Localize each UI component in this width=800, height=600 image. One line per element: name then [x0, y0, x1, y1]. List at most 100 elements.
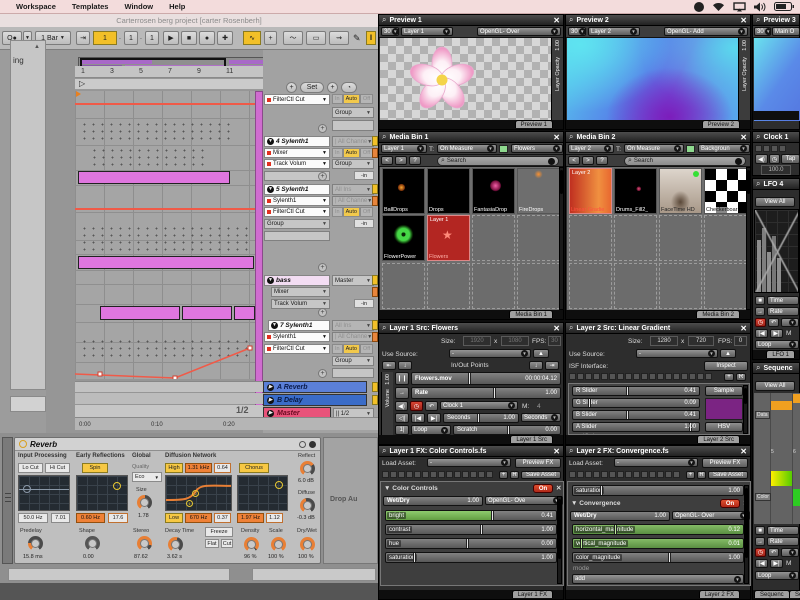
bin2-scrollbar[interactable] [746, 167, 751, 310]
empty-media-slot[interactable] [659, 263, 702, 309]
fx2-preview-button[interactable]: Preview FX [702, 458, 748, 468]
seq-stop-button[interactable]: ■ [755, 526, 765, 535]
close-icon[interactable]: ✕ [553, 324, 560, 333]
src2-height-field[interactable]: 720 [688, 336, 714, 346]
media-item[interactable]: FaceTime HD [659, 168, 702, 214]
hicut-button[interactable]: Hi Cut [45, 463, 70, 473]
mediabin2-tab[interactable]: Media Bin 2 [696, 310, 740, 318]
bass-clip[interactable] [78, 256, 254, 269]
ip-freq-value[interactable]: 50.0 Hz [18, 513, 48, 523]
fx1-hue-slider[interactable]: hue0.00 [385, 538, 557, 549]
device-drag-handle[interactable] [2, 437, 13, 564]
lfo-view-all-button[interactable]: View All [755, 197, 795, 207]
src1-fps-field[interactable]: 30 [548, 336, 561, 346]
bin1-scrollbar[interactable] [559, 167, 564, 310]
media-item[interactable]: FantasiaDrop [472, 168, 515, 214]
stereo-knob[interactable] [137, 536, 152, 551]
preview2-opacity-slider[interactable]: 1.00 Layer Opacity [738, 38, 750, 121]
menu-help[interactable]: Help [169, 2, 185, 11]
track5-monitor[interactable]: InAutoOff [332, 207, 373, 217]
high-shelf-button[interactable]: High [165, 463, 183, 473]
er-xy-display[interactable] [76, 475, 128, 511]
follow-button[interactable]: ⇥ [76, 31, 90, 45]
fx1-contrast-slider[interactable]: contrast1.00 [385, 524, 557, 535]
bin1-group-dropdown[interactable]: Flowers▼ [511, 144, 563, 153]
low-shelf-button[interactable]: Low [165, 513, 183, 523]
seq-tab-2[interactable]: Sequ [789, 590, 800, 598]
sylenth-clip-b[interactable] [182, 306, 232, 320]
src1-loop-dropdown[interactable]: Loop▼ [411, 425, 451, 435]
automation-button[interactable]: ⇝ [329, 31, 349, 45]
bass-name[interactable]: ▼bass [264, 275, 330, 286]
add-right-button[interactable]: + [327, 82, 338, 93]
track4-add-button[interactable]: + [318, 172, 327, 181]
high-q-value[interactable]: 0.64 [214, 463, 231, 473]
fx1-scrollbar[interactable] [557, 496, 562, 584]
lfo-clock-sync-button[interactable]: ◷ [755, 318, 766, 327]
src1-forward-button[interactable]: ▶| [427, 413, 441, 423]
empty-media-slot[interactable] [472, 263, 515, 309]
seq-time-pill[interactable]: Time [767, 526, 799, 535]
lfo-rate-pill[interactable]: Rate [767, 307, 799, 316]
preview3-fps-dropdown[interactable]: 30▼ [754, 27, 771, 36]
src1-play-button[interactable]: → [395, 387, 409, 399]
track7-input2-dropdown[interactable]: | All Channe▼ [332, 332, 374, 342]
quality-dropdown[interactable]: Eco▼ [132, 472, 162, 482]
track7-device-dropdown[interactable]: Sylenth1▼ [264, 332, 330, 342]
flat-button[interactable]: Flat [205, 539, 219, 548]
src1-height-field[interactable]: 1080 [501, 336, 529, 346]
src1-movie-scrubber[interactable]: Flowers.mov 00:00:04.12 [411, 372, 561, 385]
preview1-opacity-slider[interactable]: 1.00 Layer Opacity [551, 38, 563, 121]
track5-add-button[interactable]: + [318, 263, 327, 272]
stop-button[interactable]: ■ [181, 31, 197, 45]
low-q-value[interactable]: 0.37 [214, 513, 231, 523]
bin1-next-button[interactable]: > [395, 156, 407, 165]
empty-media-slot[interactable] [517, 215, 560, 261]
lfo-undo-button[interactable]: ↶ [768, 318, 779, 327]
track4-name[interactable]: ▼4 Sylenth1 [264, 136, 330, 147]
track0-blank-box[interactable] [332, 120, 374, 131]
preview1-titlebar[interactable]: ⌕Preview 1✕ [379, 15, 563, 26]
arrangement-position-bar[interactable]: 1 [93, 31, 117, 45]
preview2-canvas[interactable] [567, 38, 738, 121]
empty-media-slot[interactable] [472, 215, 515, 261]
seq-grid[interactable]: Data 5 6 Color [754, 393, 800, 524]
sylenth-clip-c[interactable] [234, 306, 255, 320]
fx1-bright-slider[interactable]: bright0.41 [385, 510, 557, 521]
menu-workspace[interactable]: Workspace [16, 2, 56, 11]
play-marker-icon[interactable]: ▷ [79, 79, 85, 88]
src1-setin-button[interactable]: ↓ [398, 361, 412, 370]
src2-a-slider[interactable]: A Slider1.00 [572, 422, 700, 432]
density-knob[interactable] [244, 537, 259, 552]
lfo4-titlebar[interactable]: ⌕LFO 4 [753, 179, 799, 190]
bin2-next-button[interactable]: > [582, 156, 594, 165]
src1-seconds-slider[interactable]: Seconds 1.00 [443, 413, 519, 423]
diffuse-knob[interactable] [300, 498, 315, 513]
src1-setout-button[interactable]: ↓ [529, 361, 543, 370]
record-button[interactable]: ● [199, 31, 215, 45]
empty-media-slot[interactable] [614, 215, 657, 261]
wifi-icon[interactable] [712, 2, 725, 12]
decay-knob[interactable] [168, 537, 183, 552]
drop-device-area[interactable]: Drop Au [323, 437, 378, 564]
close-icon[interactable]: ✕ [740, 447, 747, 456]
track4-input-dropdown[interactable]: | All Channe▼ [332, 136, 374, 147]
fx2-load-asset-dropdown[interactable]: -▼ [614, 458, 698, 467]
lfo-time-pill[interactable]: Time [767, 296, 799, 305]
track4-gain[interactable]: -in [354, 171, 374, 180]
low-freq-value[interactable]: 670 Hz [185, 513, 212, 523]
media-item[interactable]: Drops [427, 168, 470, 214]
empty-media-slot[interactable] [569, 215, 612, 261]
layer2-src-titlebar[interactable]: ⌕Layer 2 Src: Linear Gradient✕ [566, 323, 750, 334]
fx2-r-button[interactable]: R [697, 471, 706, 479]
src1-step-button[interactable]: ◁| [395, 413, 409, 423]
src1-rewind-button[interactable]: |◀ [411, 413, 425, 423]
src2-g-slider[interactable]: G Slider0.09 [572, 398, 700, 408]
close-icon[interactable]: ✕ [553, 133, 560, 142]
fx2-mode-dropdown[interactable]: add▼ [572, 574, 744, 584]
empty-media-slot[interactable] [427, 263, 470, 309]
volume-icon[interactable] [754, 2, 766, 12]
src1-clock-sync-button[interactable]: ◷ [410, 401, 423, 411]
track4-device-dropdown[interactable]: Mixer▼ [264, 148, 330, 158]
bin1-trigger-dropdown[interactable]: On Measure▼ [437, 144, 497, 153]
